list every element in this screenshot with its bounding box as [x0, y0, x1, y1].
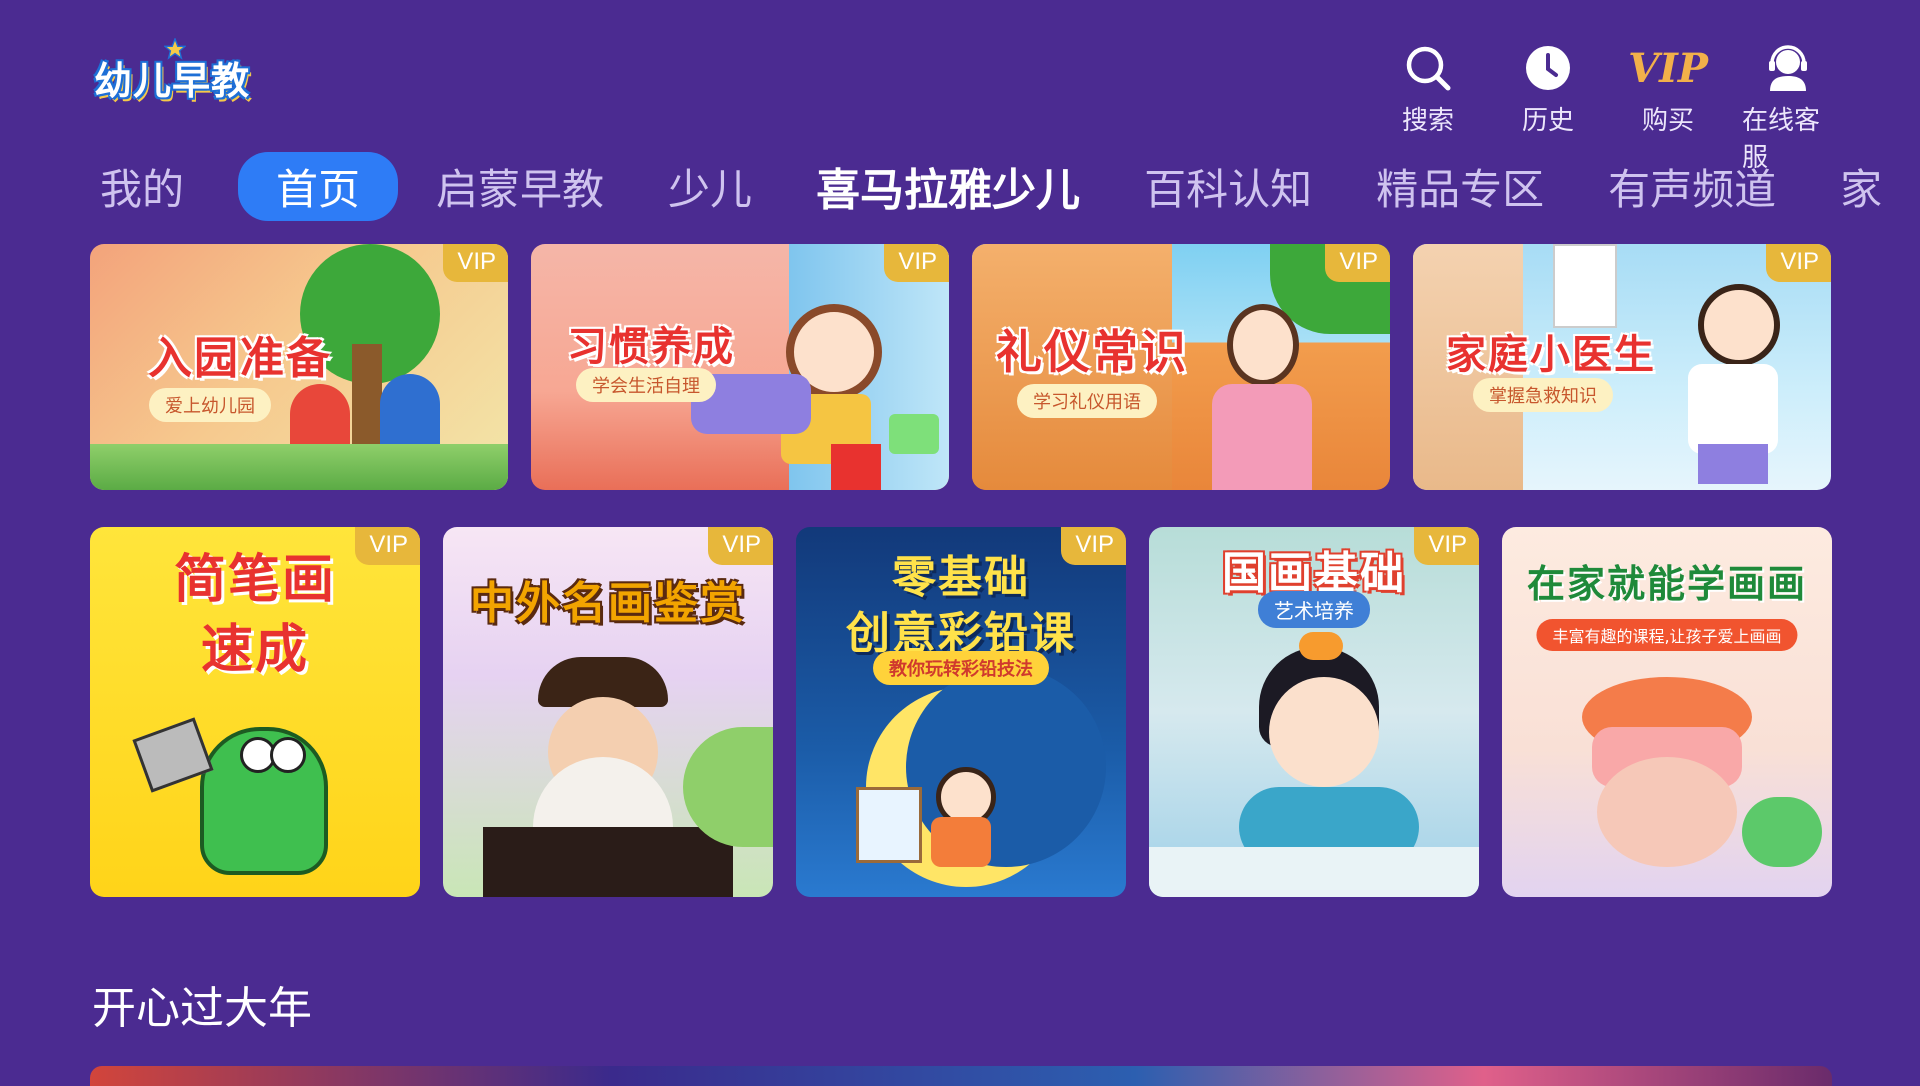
card-subtitle: 学会生活自理 — [576, 368, 716, 402]
tab-premium[interactable]: 精品专区 — [1376, 152, 1544, 221]
card-title-line2: 速成 — [200, 620, 309, 680]
course-card-kindergarten-prep[interactable]: 入园准备 爱上幼儿园 VIP — [90, 244, 508, 490]
vip-badge: VIP — [1414, 527, 1479, 565]
vip-badge: VIP — [708, 527, 773, 565]
vip-badge: VIP — [884, 244, 949, 282]
tab-mine[interactable]: 我的 — [100, 152, 184, 221]
card-title: 家庭小医生 — [1446, 332, 1656, 378]
course-card-stick-drawing[interactable]: 简笔画 速成 VIP — [90, 527, 420, 897]
card-subtitle: 学习礼仪用语 — [1017, 384, 1157, 418]
search-icon — [1406, 46, 1451, 91]
card-title: 中外名画鉴赏 — [470, 578, 746, 629]
vip-icon: VIP — [1628, 44, 1708, 92]
tab-enlightenment[interactable]: 启蒙早教 — [436, 152, 604, 221]
card-title: 在家就能学画画 — [1526, 562, 1807, 606]
card-title: 礼仪常识 — [996, 325, 1188, 379]
history-label: 历史 — [1521, 106, 1574, 136]
card-subtitle: 艺术培养 — [1258, 591, 1370, 628]
tab-ximalaya-kids[interactable]: 喜马拉雅少儿 — [816, 150, 1080, 222]
buy-label: 购买 — [1641, 106, 1694, 136]
vip-badge: VIP — [355, 527, 420, 565]
section-title: 开心过大年 — [92, 983, 312, 1034]
tab-kids[interactable]: 少儿 — [668, 152, 752, 221]
next-row-preview[interactable] — [90, 1066, 1832, 1086]
card-subtitle: 丰富有趣的课程,让孩子爱上画画 — [1536, 619, 1798, 651]
star-icon — [164, 38, 186, 60]
vip-badge: VIP — [1766, 244, 1831, 282]
clock-icon — [1526, 46, 1570, 90]
vip-badge: VIP — [1325, 244, 1390, 282]
card-title: 入园准备 — [148, 333, 332, 384]
course-card-colored-pencil[interactable]: 零基础 创意彩铅课 教你玩转彩铅技法 VIP — [796, 527, 1126, 897]
course-card-family-doctor[interactable]: 家庭小医生 掌握急救知识 VIP — [1413, 244, 1831, 490]
vip-badge: VIP — [1061, 527, 1126, 565]
tab-audio[interactable]: 有声频道 — [1608, 152, 1776, 221]
category-tabs: 我的 首页 启蒙早教 少儿 喜马拉雅少儿 百科认知 精品专区 有声频道 家 — [100, 150, 1920, 222]
course-card-etiquette[interactable]: 礼仪常识 学习礼仪用语 VIP — [972, 244, 1390, 490]
card-subtitle: 教你玩转彩铅技法 — [873, 651, 1049, 685]
course-card-habit-building[interactable]: 习惯养成 学会生活自理 VIP — [531, 244, 949, 490]
tab-home[interactable]: 首页 — [238, 151, 399, 221]
app-logo: 幼儿早教 — [94, 38, 264, 106]
vip-badge: VIP — [443, 244, 508, 282]
support-icon — [1769, 45, 1807, 91]
course-card-masterpiece-appreciation[interactable]: 中外名画鉴赏 VIP — [443, 527, 773, 897]
card-subtitle: 掌握急救知识 — [1473, 378, 1613, 412]
tab-encyclopedia[interactable]: 百科认知 — [1144, 152, 1312, 221]
card-subtitle: 爱上幼儿园 — [149, 388, 271, 422]
search-label: 搜索 — [1401, 106, 1454, 136]
card-title: 习惯养成 — [567, 324, 735, 370]
course-card-chinese-painting[interactable]: 国画基础 艺术培养 VIP — [1149, 527, 1479, 897]
tab-family[interactable]: 家 — [1840, 152, 1882, 221]
course-card-drawing-at-home[interactable]: 在家就能学画画 丰富有趣的课程,让孩子爱上画画 — [1502, 527, 1832, 897]
